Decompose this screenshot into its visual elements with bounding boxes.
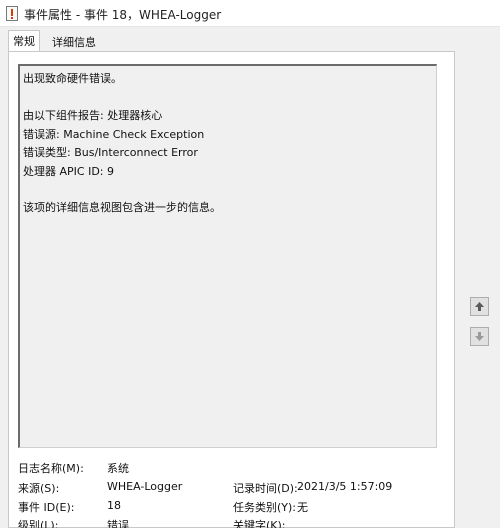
log-name-label: 日志名称(M): [18,462,84,475]
event-description[interactable]: 出现致命硬件错误。 由以下组件报告: 处理器核心 错误源: Machine Ch… [18,64,437,448]
level-value: 错误 [107,519,129,528]
logged-value: 2021/3/5 1:57:09 [297,480,393,493]
next-event-button[interactable] [470,327,489,346]
keywords-label: 关键字(K): [233,519,286,528]
event-id-value: 18 [107,499,121,512]
arrow-up-icon [475,302,484,311]
window-title: 事件属性 - 事件 18，WHEA-Logger [24,8,222,22]
task-category-label: 任务类别(Y): [233,501,297,514]
tab-strip: 常规 详细信息 [0,27,500,52]
title-bar: 事件属性 - 事件 18，WHEA-Logger [0,0,500,27]
description-line: 该项的详细信息视图包含进一步的信息。 [23,201,221,214]
description-line: 错误源: Machine Check Exception [23,128,205,141]
tab-general[interactable]: 常规 [8,30,40,52]
description-line: 出现致命硬件错误。 [23,72,122,85]
tab-details[interactable]: 详细信息 [48,32,100,52]
description-line: 错误类型: Bus/Interconnect Error [23,146,198,159]
description-line: 由以下组件报告: 处理器核心 [23,109,163,122]
event-id-label: 事件 ID(E): [18,501,75,514]
task-category-value: 无 [297,501,308,514]
logged-label: 记录时间(D): [233,482,298,495]
source-label: 来源(S): [18,482,60,495]
log-name-value: 系统 [107,462,129,475]
description-line: 处理器 APIC ID: 9 [23,165,114,178]
arrow-down-icon [475,332,484,341]
previous-event-button[interactable] [470,297,489,316]
level-label: 级别(L): [18,519,59,528]
source-value: WHEA-Logger [107,480,183,493]
event-log-icon [6,6,18,21]
